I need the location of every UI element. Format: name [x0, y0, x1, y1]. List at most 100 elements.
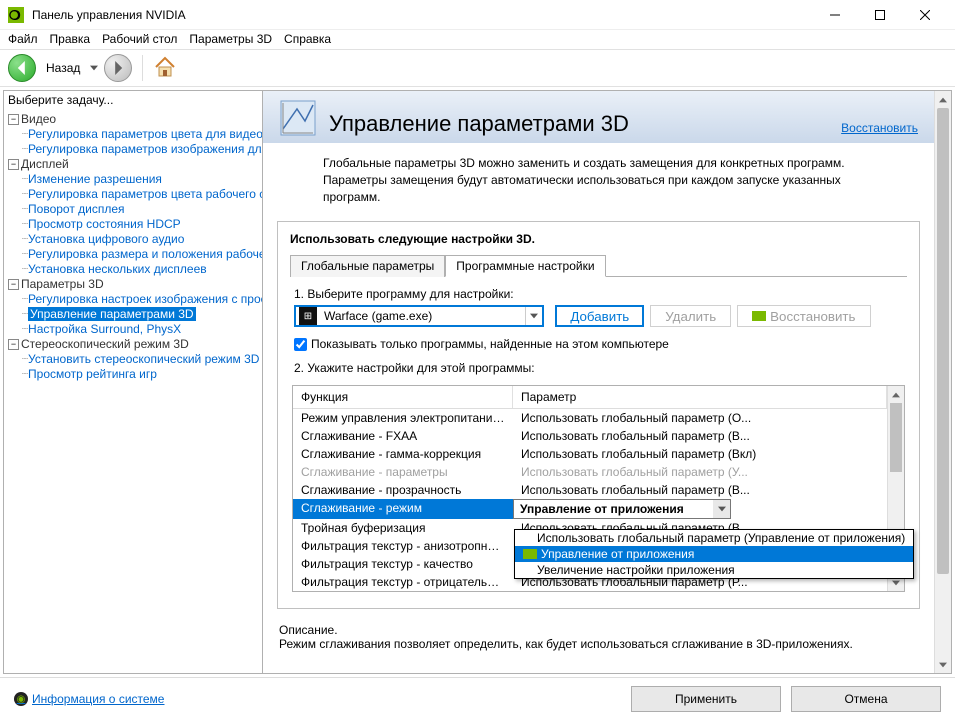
settings-table: Функция Параметр Режим управления электр… — [292, 385, 905, 592]
table-header-param[interactable]: Параметр — [513, 386, 887, 408]
tree-item[interactable]: Поворот дисплея — [28, 202, 125, 216]
tree-item[interactable]: Регулировка размера и положения рабочего… — [28, 247, 262, 261]
table-cell-param[interactable]: Использовать глобальный параметр (В... — [513, 481, 887, 499]
table-row[interactable]: Сглаживание - FXAAИспользовать глобальны… — [293, 427, 887, 445]
content-scroll-up-icon[interactable] — [935, 91, 951, 108]
mode-dropdown[interactable]: Управление от приложения — [513, 499, 731, 519]
checkbox-row: Показывать только программы, найденные н… — [294, 337, 903, 351]
table-cell-param[interactable]: Использовать глобальный параметр (Вкл) — [513, 445, 887, 463]
table-row[interactable]: Сглаживание - прозрачностьИспользовать г… — [293, 481, 887, 499]
minimize-button[interactable] — [812, 1, 857, 29]
dropdown-option[interactable]: Управление от приложения — [515, 546, 913, 562]
dropdown-option[interactable]: Увеличение настройки приложения — [515, 562, 913, 578]
back-label: Назад — [46, 61, 80, 75]
system-info-label: Информация о системе — [32, 692, 164, 706]
main-area: Выберите задачу... −Видео┈Регулировка па… — [0, 87, 955, 677]
mode-dropdown-popup[interactable]: Использовать глобальный параметр (Управл… — [514, 529, 914, 579]
scroll-up-icon[interactable] — [888, 386, 904, 403]
page-title: Управление параметрами 3D — [329, 111, 829, 137]
tree-expander-icon[interactable]: − — [8, 159, 19, 170]
tree-group-label[interactable]: Параметры 3D — [21, 277, 104, 291]
table-cell-param[interactable]: Управление от приложения — [513, 499, 887, 519]
table-cell-function: Сглаживание - параметры — [293, 463, 513, 481]
forward-button[interactable] — [104, 54, 132, 82]
restore-program-button: Восстановить — [737, 305, 870, 327]
scroll-thumb[interactable] — [890, 403, 902, 471]
table-cell-function: Тройная буферизация — [293, 519, 513, 537]
apply-button[interactable]: Применить — [631, 686, 781, 712]
program-dropdown[interactable]: ⊞ Warface (game.exe) — [294, 305, 544, 327]
footer-title: Описание. — [279, 623, 918, 637]
tree-item[interactable]: Настройка Surround, PhysX — [28, 322, 181, 336]
table-header-function[interactable]: Функция — [293, 386, 513, 408]
task-tree[interactable]: −Видео┈Регулировка параметров цвета для … — [4, 109, 262, 673]
toolbar: Назад — [0, 49, 955, 87]
maximize-button[interactable] — [857, 1, 902, 29]
sidebar: Выберите задачу... −Видео┈Регулировка па… — [3, 90, 263, 674]
tree-item[interactable]: Установка нескольких дисплеев — [28, 262, 207, 276]
restore-link[interactable]: Восстановить — [841, 121, 918, 137]
tree-item[interactable]: Установить стереоскопический режим 3D — [28, 352, 259, 366]
tree-item[interactable]: Регулировка параметров изображения для в… — [28, 142, 262, 156]
content-scroll-thumb[interactable] — [937, 108, 949, 574]
back-button[interactable] — [8, 54, 36, 82]
table-row[interactable]: Сглаживание - режимУправление от приложе… — [293, 499, 887, 519]
tree-item[interactable]: Изменение разрешения — [28, 172, 162, 186]
table-cell-function: Фильтрация текстур - отрицательное о... — [293, 573, 513, 591]
menu-desktop[interactable]: Рабочий стол — [102, 32, 177, 46]
tab-global[interactable]: Глобальные параметры — [290, 255, 445, 277]
tabs: Глобальные параметры Программные настрой… — [290, 254, 907, 277]
tree-item[interactable]: Регулировка параметров цвета для видео — [28, 127, 262, 141]
table-row[interactable]: Сглаживание - гамма-коррекцияИспользоват… — [293, 445, 887, 463]
table-row[interactable]: Сглаживание - параметрыИспользовать глоб… — [293, 463, 887, 481]
step1-label: 1. Выберите программу для настройки: — [294, 287, 903, 301]
only-found-checkbox[interactable] — [294, 338, 307, 351]
chevron-down-icon — [525, 307, 542, 325]
content-scroll-down-icon[interactable] — [935, 656, 951, 673]
menu-edit[interactable]: Правка — [50, 32, 91, 46]
nvidia-logo-icon — [752, 311, 766, 321]
tree-expander-icon[interactable]: − — [8, 339, 19, 350]
tree-item[interactable]: Регулировка настроек изображения с просм… — [28, 292, 262, 306]
close-button[interactable] — [902, 1, 947, 29]
content-scrollbar[interactable] — [934, 91, 951, 673]
titlebar: Панель управления NVIDIA — [0, 0, 955, 30]
table-cell-param[interactable]: Использовать глобальный параметр (У... — [513, 463, 887, 481]
menu-3d[interactable]: Параметры 3D — [189, 32, 272, 46]
page-description: Глобальные параметры 3D можно заменить и… — [263, 143, 934, 217]
table-cell-function: Режим управления электропитанием — [293, 409, 513, 427]
footer-text: Режим сглаживания позволяет определить, … — [279, 637, 918, 651]
table-cell-param[interactable]: Использовать глобальный параметр (О... — [513, 409, 887, 427]
tree-group-label[interactable]: Стереоскопический режим 3D — [21, 337, 189, 351]
tree-expander-icon[interactable]: − — [8, 114, 19, 125]
dropdown-option[interactable]: Использовать глобальный параметр (Управл… — [515, 530, 913, 546]
remove-button: Удалить — [650, 305, 731, 327]
tree-item[interactable]: Регулировка параметров цвета рабочего ст… — [28, 187, 262, 201]
menu-help[interactable]: Справка — [284, 32, 331, 46]
menu-file[interactable]: Файл — [8, 32, 38, 46]
tree-expander-icon[interactable]: − — [8, 279, 19, 290]
header-icon — [279, 99, 317, 137]
tree-item[interactable]: Управление параметрами 3D — [28, 307, 196, 321]
cancel-button[interactable]: Отмена — [791, 686, 941, 712]
nvidia-app-icon — [8, 7, 24, 23]
tree-item[interactable]: Просмотр рейтинга игр — [28, 367, 157, 381]
tree-item[interactable]: Установка цифрового аудио — [28, 232, 184, 246]
table-row[interactable]: Режим управления электропитаниемИспользо… — [293, 409, 887, 427]
table-cell-function: Фильтрация текстур - качество — [293, 555, 513, 573]
table-cell-param[interactable]: Использовать глобальный параметр (В... — [513, 427, 887, 445]
tree-group-label[interactable]: Видео — [21, 112, 56, 126]
page-header: Управление параметрами 3D Восстановить — [263, 91, 934, 143]
home-icon[interactable] — [153, 55, 177, 82]
tree-item[interactable]: Просмотр состояния HDCP — [28, 217, 181, 231]
sidebar-title: Выберите задачу... — [4, 91, 262, 109]
content-panel: Управление параметрами 3D Восстановить Г… — [263, 90, 952, 674]
add-button[interactable]: Добавить — [555, 305, 644, 327]
system-info-link[interactable]: ◉ Информация о системе — [14, 692, 621, 706]
tree-group-label[interactable]: Дисплей — [21, 157, 69, 171]
tab-program[interactable]: Программные настройки — [445, 255, 605, 277]
step2-section: 2. Укажите настройки для этой программы: — [294, 361, 903, 375]
nvidia-logo-icon — [523, 549, 537, 559]
table-cell-function: Сглаживание - прозрачность — [293, 481, 513, 499]
back-dropdown-icon[interactable] — [90, 64, 98, 72]
